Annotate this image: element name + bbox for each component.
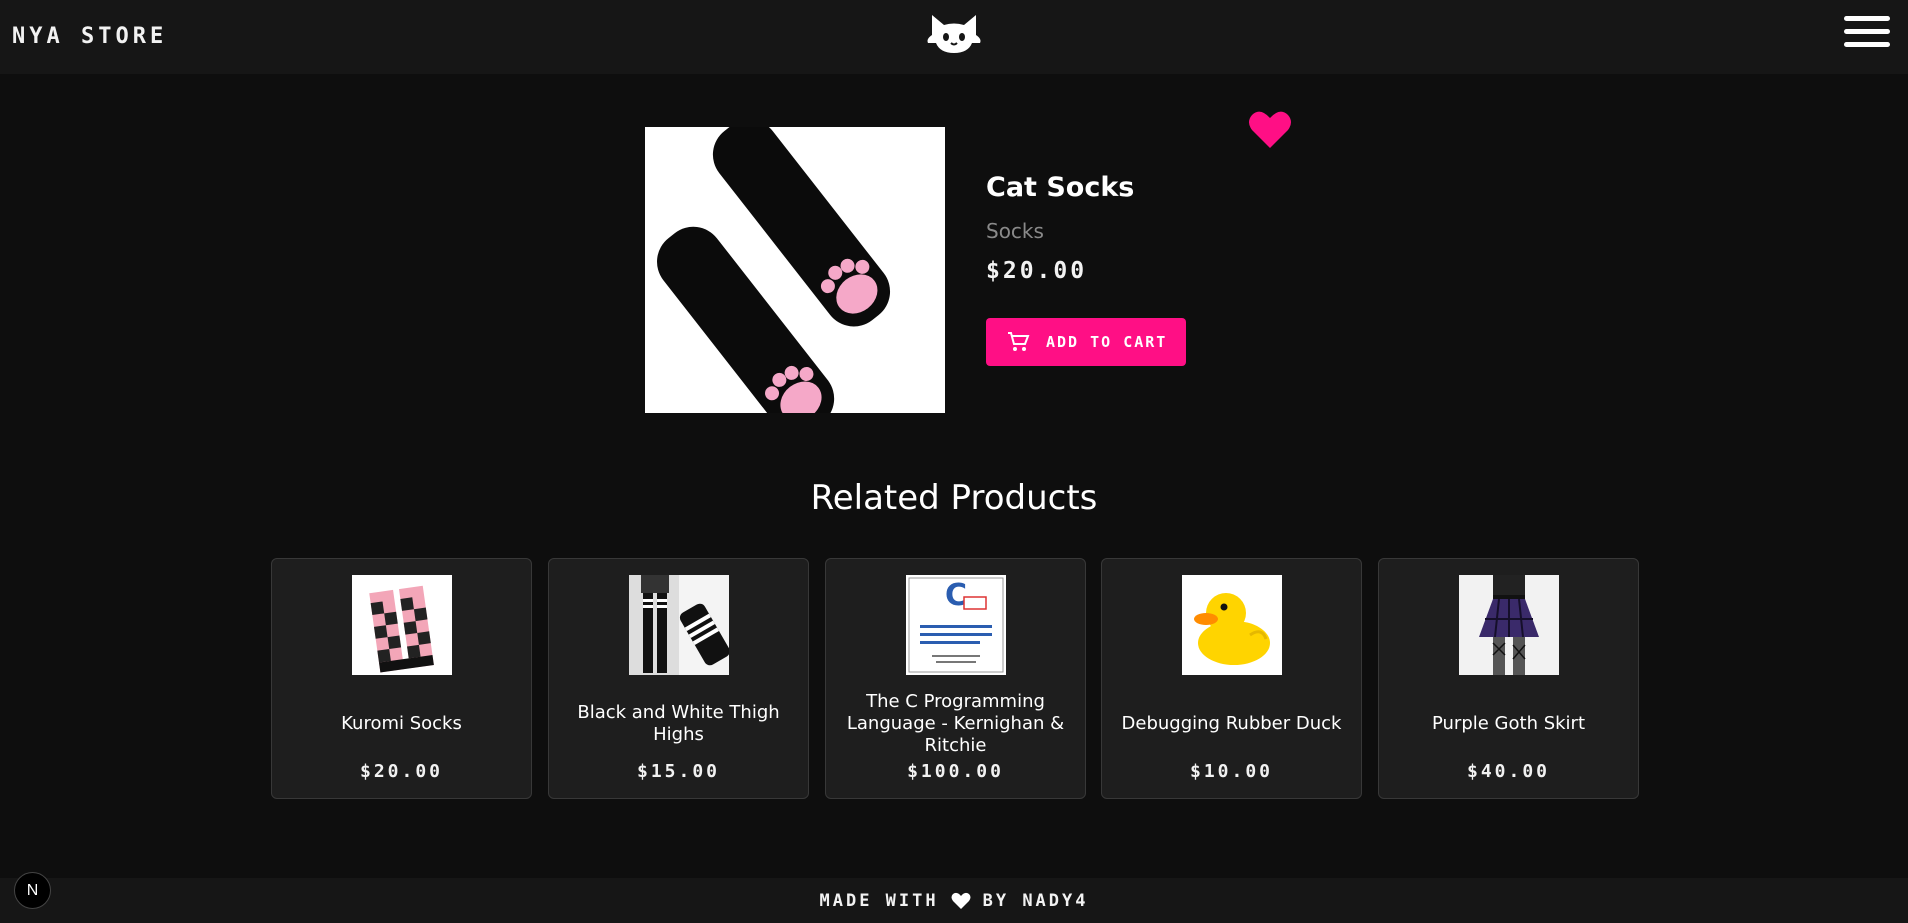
footer-suffix: BY NADY4 (982, 890, 1089, 911)
product-price: $20.00 (986, 258, 1088, 284)
heart-icon[interactable] (1248, 108, 1292, 150)
product-card-name: Black and White Thigh Highs (577, 702, 780, 745)
product-name: Cat Socks (986, 172, 1135, 203)
product-thumbnail: C (906, 575, 1006, 675)
product-card-name: Kuromi Socks (341, 713, 462, 734)
heart-icon (951, 892, 971, 909)
product-card-price: $10.00 (1189, 761, 1274, 782)
add-to-cart-label: ADD TO CART (1046, 333, 1168, 351)
product-card-name: Debugging Rubber Duck (1121, 713, 1342, 734)
site-header: NYA STORE (0, 0, 1908, 74)
brand-name[interactable]: NYA STORE (12, 24, 167, 49)
related-products-title: Related Products (810, 478, 1098, 518)
product-card-name: The C Programming Language - Kernighan &… (846, 691, 1065, 756)
product-thumbnail (629, 575, 729, 675)
add-to-cart-button[interactable]: ADD TO CART (986, 318, 1186, 366)
product-thumbnail (352, 575, 452, 675)
product-card-thigh-highs[interactable]: Black and White Thigh Highs $15.00 (548, 558, 809, 799)
product-card-goth-skirt[interactable]: Purple Goth Skirt $40.00 (1378, 558, 1639, 799)
product-thumbnail (1459, 575, 1559, 675)
site-footer: MADE WITH BY NADY4 (0, 878, 1908, 923)
product-image (645, 127, 945, 413)
product-card-price: $15.00 (636, 761, 721, 782)
hamburger-menu-icon[interactable] (1844, 16, 1890, 50)
product-thumbnail (1182, 575, 1282, 675)
product-card-rubber-duck[interactable]: Debugging Rubber Duck $10.00 (1101, 558, 1362, 799)
product-card-price: $40.00 (1466, 761, 1551, 782)
product-card-price: $20.00 (359, 761, 444, 782)
product-category: Socks (986, 219, 1044, 243)
footer-prefix: MADE WITH (819, 890, 939, 911)
product-card-c-programming-book[interactable]: C The C Programming Language - Kernighan… (825, 558, 1086, 799)
product-card-name: Purple Goth Skirt (1431, 713, 1586, 734)
dev-tools-badge[interactable]: N (14, 872, 51, 909)
product-card-kuromi-socks[interactable]: Kuromi Socks $20.00 (271, 558, 532, 799)
cart-icon (1008, 332, 1030, 351)
product-card-price: $100.00 (907, 761, 1004, 782)
cat-icon[interactable] (926, 13, 982, 55)
